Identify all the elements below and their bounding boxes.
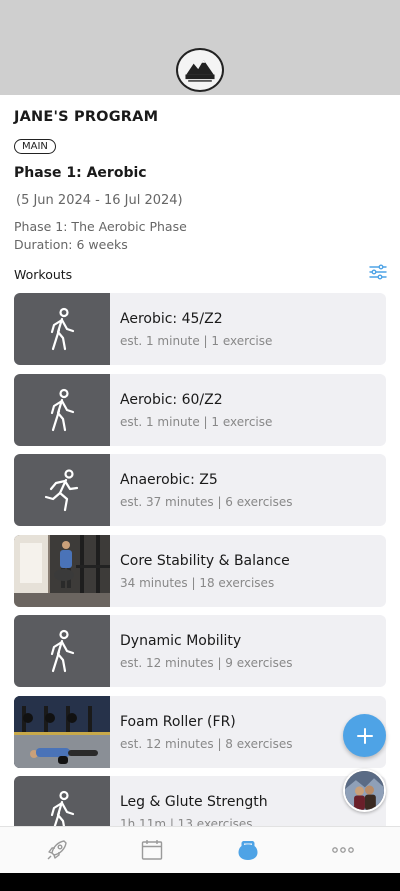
club-logo bbox=[176, 48, 224, 92]
add-button[interactable] bbox=[343, 714, 386, 757]
workout-list: Aerobic: 45/Z2 est. 1 minute | 1 exercis… bbox=[14, 293, 386, 826]
workout-title: Aerobic: 60/Z2 bbox=[120, 391, 223, 408]
workout-title: Core Stability & Balance bbox=[120, 552, 290, 569]
tab-more[interactable] bbox=[330, 837, 356, 863]
walking-person-icon bbox=[50, 388, 75, 431]
tab-workouts[interactable] bbox=[235, 837, 261, 863]
tab-calendar[interactable] bbox=[139, 837, 165, 863]
workout-thumbnail bbox=[14, 534, 110, 607]
filter-sliders-icon[interactable] bbox=[369, 264, 387, 280]
workout-thumbnail bbox=[14, 293, 110, 365]
avatar[interactable] bbox=[343, 769, 386, 812]
workout-meta: 1h 11m | 13 exercises bbox=[120, 817, 253, 826]
tab-rocket[interactable] bbox=[44, 837, 70, 863]
rocket-icon bbox=[47, 840, 67, 860]
workout-thumbnail bbox=[14, 373, 110, 446]
workout-card[interactable]: Foam Roller (FR) est. 12 minutes | 8 exe… bbox=[14, 695, 386, 768]
program-content: JANE'S PROGRAM MAIN Phase 1: Aerobic (5 … bbox=[0, 95, 400, 826]
program-title: JANE'S PROGRAM bbox=[14, 109, 159, 125]
workout-title: Leg & Glute Strength bbox=[120, 794, 268, 810]
workout-card[interactable]: Aerobic: 60/Z2 est. 1 minute | 1 exercis… bbox=[14, 373, 386, 446]
workout-meta: est. 1 minute | 1 exercise bbox=[120, 334, 273, 348]
walking-person-icon bbox=[50, 307, 75, 351]
workouts-label: Workouts bbox=[14, 267, 73, 282]
workout-title: Foam Roller (FR) bbox=[120, 713, 236, 730]
running-person-icon bbox=[44, 469, 79, 512]
workout-card[interactable]: Leg & Glute Strength 1h 11m | 13 exercis… bbox=[14, 776, 386, 826]
system-home-bar bbox=[0, 873, 400, 891]
workout-title: Aerobic: 45/Z2 bbox=[120, 311, 223, 327]
kettlebell-icon bbox=[238, 841, 258, 860]
workout-card[interactable]: Dynamic Mobility est. 12 minutes | 9 exe… bbox=[14, 615, 386, 687]
bottom-tab-bar bbox=[0, 826, 400, 873]
phase-title: Phase 1: Aerobic bbox=[14, 165, 147, 181]
workout-card[interactable]: Core Stability & Balance 34 minutes | 18… bbox=[14, 534, 386, 607]
gym-photo bbox=[14, 534, 110, 607]
workout-meta: 34 minutes | 18 exercises bbox=[120, 575, 275, 590]
workout-meta: est. 1 minute | 1 exercise bbox=[120, 414, 273, 429]
more-dots-icon bbox=[332, 847, 354, 853]
foam-roller-photo bbox=[14, 695, 110, 768]
phase-description: Phase 1: The Aerobic Phase bbox=[14, 219, 187, 234]
workout-meta: est. 37 minutes | 6 exercises bbox=[120, 495, 293, 509]
phase-duration: Duration: 6 weeks bbox=[14, 237, 128, 252]
workout-card[interactable]: Anaerobic: Z5 est. 37 minutes | 6 exerci… bbox=[14, 454, 386, 526]
program-tag-badge: MAIN bbox=[14, 139, 56, 154]
workout-meta: est. 12 minutes | 9 exercises bbox=[120, 656, 293, 670]
walking-person-icon bbox=[50, 790, 75, 826]
calendar-icon bbox=[141, 840, 163, 860]
phase-dates: (5 Jun 2024 - 16 Jul 2024) bbox=[16, 193, 183, 208]
workout-thumbnail bbox=[14, 695, 110, 768]
header-banner bbox=[0, 0, 400, 95]
workout-meta: est. 12 minutes | 8 exercises bbox=[120, 736, 293, 751]
workout-title: Anaerobic: Z5 bbox=[120, 472, 218, 488]
workout-card[interactable]: Aerobic: 45/Z2 est. 1 minute | 1 exercis… bbox=[14, 293, 386, 365]
workout-thumbnail bbox=[14, 615, 110, 687]
walking-person-icon bbox=[50, 629, 75, 673]
workout-thumbnail bbox=[14, 454, 110, 526]
workout-title: Dynamic Mobility bbox=[120, 633, 242, 649]
workout-thumbnail bbox=[14, 776, 110, 826]
plus-icon bbox=[356, 727, 373, 744]
